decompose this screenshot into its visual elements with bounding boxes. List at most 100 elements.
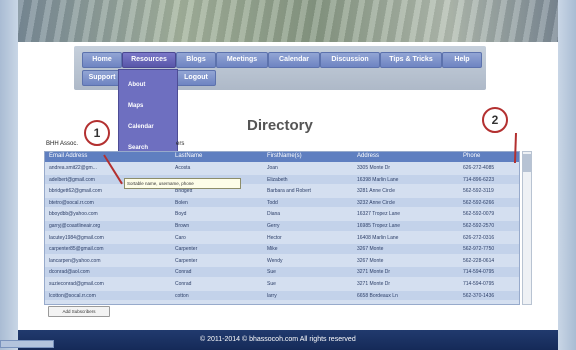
table-cell: suzieconrad@gmail.com [49,281,104,287]
table-cell: bboydbb@yahoo.com [49,211,98,218]
table-cell: 626-272-4085 [463,165,495,171]
table-cell: Todd [267,199,278,206]
table-cell: cotton [175,292,189,299]
tab-discussion[interactable]: Discussion [320,52,380,68]
table-row[interactable]: carpenter85@gmail.com Carpenter Mike 3267 M… [45,244,519,254]
table-cell: 16327 Tropez Lane [357,211,401,218]
tab-calendar[interactable]: Calendar [268,52,320,68]
callout-2-badge: 2 [482,107,508,133]
window-right-edge [558,0,576,350]
taskbar-corner-tab[interactable] [0,340,54,348]
callout-1-badge: 1 [84,120,110,146]
table-cell: 3271 Monte Dr [357,269,391,276]
table-cell: 562-592-2570 [463,223,495,229]
add-subscribers-button[interactable]: Add Subscribers [48,306,110,317]
table-row[interactable]: lancarpen@yahoo.com Carpenter Wendy 3267 Mo… [45,256,519,266]
dropdown-item-maps[interactable]: Maps [128,103,143,109]
table-row[interactable]: btetro@socal.rr.com Bolen Todd 3232 Anne Ci… [45,197,519,208]
col-email[interactable]: Email Address [49,153,87,159]
tab-help[interactable]: Help [442,52,482,68]
col-lastname[interactable]: LastName [175,153,202,159]
table-row[interactable]: andrea.smit22@gm... Acosta Joan 3305 Monte … [45,163,519,173]
table-cell: Caro [175,234,186,241]
tab-resources[interactable]: Resources [122,52,176,68]
table-cell: Sue [267,269,276,276]
scrollbar-thumb[interactable] [523,154,531,172]
tab-home[interactable]: Home [82,52,122,68]
table-cell: larry [267,292,277,299]
table-row[interactable]: lacutey1984@gmail.com Caro Hector 16408 Mar… [45,233,519,243]
resources-dropdown-menu: About Maps Calendar Search [118,69,178,161]
table-cell: Brown [175,223,190,229]
table-cell: Sue [267,281,276,287]
table-cell: Mike [267,246,278,253]
table-cell: 3267 Monte [357,257,384,264]
dropdown-item-about[interactable]: About [128,82,145,88]
table-cell: 3281 Anne Circle [357,188,396,195]
table-cell: 626-272-0316 [463,234,495,241]
col-phone[interactable]: Phone [463,153,480,159]
directory-sublabel-suffix: ers [176,141,185,147]
col-firstname[interactable]: FirstName(s) [267,153,302,159]
table-cell: Conrad [175,269,192,276]
table-cell: Wendy [267,257,283,264]
table-cell: Hector [267,234,282,241]
table-cell: Diana [267,211,281,218]
table-cell: 562-592-0079 [463,211,495,218]
table-cell: garryj@coastlineair.org [49,223,101,229]
col-address[interactable]: Address [357,153,379,159]
tab-tips[interactable]: Tips & Tricks [380,52,442,68]
sort-tooltip: Sortable name, username, phone [124,178,241,189]
table-cell: 16985 Tropez Lane [357,223,401,229]
table-cell: lancarpen@yahoo.com [49,257,101,264]
table-cell: Joan [267,165,278,171]
table-cell: 3267 Monte [357,246,384,253]
table-cell: Gerry [267,223,280,229]
table-cell: 3232 Anne Circle [357,199,396,206]
table-row[interactable]: bbridgett62@gmail.com Bridgett Barbara and… [45,186,519,196]
table-cell: 562-592-6266 [463,199,495,206]
table-row[interactable]: bboydbb@yahoo.com Boyd Diana 16327 Tropez L… [45,209,519,219]
table-cell: Bolen [175,199,188,206]
table-cell: dconrad@aol.com [49,269,90,276]
table-header: Email Address LastName FirstName(s) Addr… [45,152,519,162]
table-cell: lacutey1984@gmail.com [49,234,104,241]
table-cell: Boyd [175,211,187,218]
table-cell: andrea.smit22@gm... [49,165,97,171]
table-cell: 6658 Bordeaux Ln [357,292,398,299]
table-row[interactable]: garryj@coastlineair.org Brown Gerry 16985 T… [45,221,519,231]
table-scrollbar[interactable] [522,151,532,305]
table-cell: btetro@socal.rr.com [49,199,94,206]
table-cell: Carpenter [175,257,198,264]
table-cell: 3305 Monte Dr [357,165,391,171]
table-cell: 562-228-0614 [463,257,495,264]
table-cell: 16408 Marlin Lane [357,234,399,241]
table-cell: 16398 Marlin Lane [357,176,399,183]
table-cell: Bridgett [175,188,193,195]
table-cell: bbridgett62@gmail.com [49,188,102,195]
tab-meetings[interactable]: Meetings [216,52,268,68]
table-cell: 714-594-0795 [463,269,495,276]
table-cell: Carpenter [175,246,198,253]
window-left-edge [0,0,18,350]
table-cell: 714-896-6223 [463,176,495,183]
table-cell: 562-592-3119 [463,188,494,195]
table-row[interactable]: lcotton@socal.rr.com cotton larry 6658 Bord… [45,290,519,301]
dropdown-item-calendar[interactable]: Calendar [128,124,154,130]
tab-support[interactable]: Support [82,70,122,86]
table-cell: 562-370-1436 [463,292,495,299]
header-banner-image [18,0,558,42]
table-row[interactable]: suzieconrad@gmail.com Conrad Sue 3271 Monte… [45,279,519,289]
footer-copyright: © 2011-2014 © bhassocoh.com All rights r… [200,336,356,343]
tab-blogs[interactable]: Blogs [176,52,216,68]
table-cell: 562-972-7750 [463,246,495,253]
tab-logout[interactable]: Logout [176,70,216,86]
table-cell: Conrad [175,281,192,287]
table-cell: carpenter85@gmail.com [49,246,104,253]
table-cell: 3271 Monte Dr [357,281,391,287]
directory-sublabel: BHH Assoc. [46,141,79,147]
table-cell: Acosta [175,165,191,171]
page-title: Directory [247,117,313,134]
table-cell: lcotton@socal.rr.com [49,292,96,299]
table-row[interactable]: dconrad@aol.com Conrad Sue 3271 Monte Dr 714… [45,267,519,277]
